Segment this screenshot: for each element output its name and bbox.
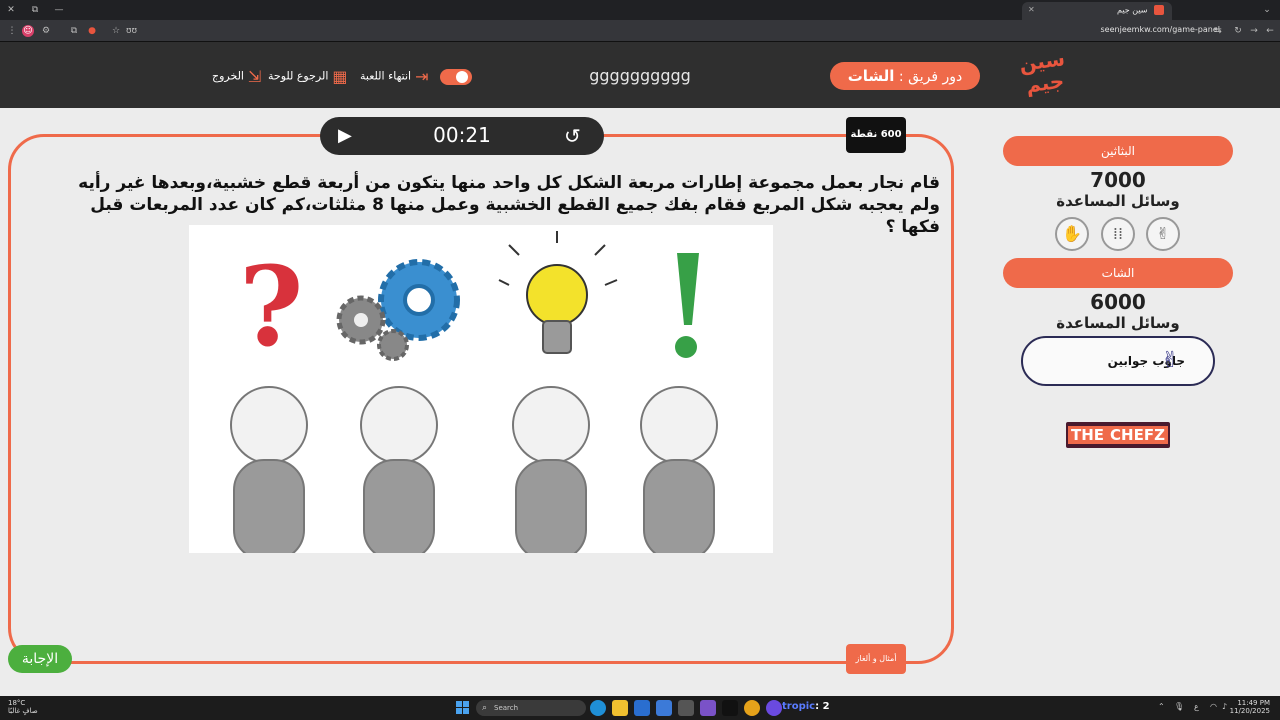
weather-widget[interactable]: 18°C صافٍ غالبًا: [8, 699, 38, 715]
tiktok-icon[interactable]: [722, 700, 738, 716]
toggle-knob: [456, 71, 468, 83]
windows-taskbar: 18°C صافٍ غالبًا Search tropic: 2 ⌃ 🎙 ع …: [0, 696, 1280, 720]
question-mark-icon: ?: [239, 242, 303, 371]
sponsor-part1: THE: [1068, 426, 1108, 444]
clock-date: 11/20/2025: [1229, 707, 1270, 715]
forward-icon[interactable]: →: [1248, 25, 1260, 37]
url-text[interactable]: seenjeemkw.com/game-panel: [1101, 25, 1220, 34]
back-icon[interactable]: ←: [1264, 25, 1276, 37]
site-settings-icon[interactable]: ⇆: [1212, 25, 1224, 37]
taskbar-search[interactable]: Search: [476, 700, 586, 716]
site-short-url: ʊʊ: [126, 26, 138, 36]
exit-button[interactable]: ⇲ الخروج: [212, 67, 261, 86]
exclamation-icon: [675, 253, 699, 358]
play-icon[interactable]: ▶: [338, 126, 356, 146]
extensions-icon[interactable]: ⚙: [40, 25, 52, 37]
end-game-button[interactable]: ⇥انتهاء اللعبة: [360, 67, 429, 86]
language-icon[interactable]: ع: [1194, 702, 1199, 711]
seenjeem-logo[interactable]: سين جيم: [1013, 46, 1076, 105]
timer-bar: ▶ 00:21 ↺: [320, 117, 604, 155]
question-image: ?: [189, 225, 773, 553]
thinking-figures-illustration: ?: [230, 231, 718, 553]
peace-hand-icon[interactable]: ✌: [1146, 217, 1180, 251]
thinking-figures: [230, 386, 718, 553]
profile-icon[interactable]: ☺: [22, 25, 34, 37]
game-icon[interactable]: [700, 700, 716, 716]
reload-icon[interactable]: ↻: [1232, 25, 1244, 37]
end-game-label: انتهاء اللعبة: [360, 69, 412, 83]
shield-icon[interactable]: ●: [86, 25, 98, 37]
door-exit-icon: ⇲: [248, 67, 262, 86]
show-answer-button[interactable]: الإجابة: [8, 645, 72, 673]
game-header: سين جيم دور فريق : الشات gggggggggg ⇥انت…: [0, 42, 1280, 108]
browser-tab[interactable]: سين جيم ✕: [1022, 2, 1172, 20]
tab-favicon-icon: [1154, 5, 1164, 15]
team-turn-pill: دور فريق : الشات: [830, 62, 980, 90]
team-2-name-pill: الشات: [1003, 258, 1233, 288]
lightbulb-icon: [498, 231, 618, 354]
share-icon[interactable]: ⧉: [68, 25, 80, 37]
address-bar: ⋮ ☺ ⚙ ⧉ ● ☆ ʊʊ seenjeemkw.com/game-panel…: [0, 20, 1280, 42]
points-badge: 600 نقطة: [846, 117, 906, 153]
grid-icon: ▦: [332, 67, 348, 86]
chevron-up-icon[interactable]: ⌃: [1158, 702, 1165, 711]
bookmark-star-icon[interactable]: ☆: [110, 25, 122, 37]
mic-icon[interactable]: 🎙: [1174, 702, 1184, 711]
the-chefz-sponsor-logo: THE CHEFZ: [1066, 422, 1170, 448]
menu-dots-icon[interactable]: ⋮: [6, 25, 18, 37]
tropic-game-label[interactable]: tropic: 2: [782, 701, 830, 712]
end-game-toggle[interactable]: [440, 69, 472, 85]
team-1-score: 7000: [1090, 168, 1146, 192]
taskbar-clock[interactable]: 11:49 PM 11/20/2025: [1230, 699, 1270, 715]
team-1-name-pill: البثاثين: [1003, 136, 1233, 166]
weather-temp: 18°C: [8, 699, 26, 707]
tab-menu-icon[interactable]: ⌄: [1260, 4, 1274, 16]
peace-hand-icon: ✌: [1161, 348, 1180, 373]
sponsor-part2: CHEFZ: [1107, 426, 1168, 444]
gears-icon: [336, 259, 460, 361]
restore-window-icon[interactable]: ⧉: [28, 4, 42, 16]
minimize-window-icon[interactable]: —: [52, 4, 66, 16]
back-to-board-button[interactable]: ▦الرجوع للوحة: [268, 67, 348, 86]
answer-twice-lifeline-button[interactable]: جاوب جوابين ✌: [1021, 336, 1215, 386]
history-icon[interactable]: ↺: [564, 124, 581, 148]
windows-start-icon[interactable]: [456, 701, 470, 715]
arrow-in-icon: ⇥: [415, 67, 429, 86]
category-button[interactable]: أمثال و ألغاز: [846, 644, 906, 674]
team-turn-label: دور فريق :: [898, 69, 963, 85]
browser-tabbar: ✕ ⧉ — + سين جيم ✕ ⌄: [0, 0, 1280, 20]
footsteps-icon[interactable]: ⁞⁞: [1101, 217, 1135, 251]
app-icon[interactable]: [678, 700, 694, 716]
edge-icon[interactable]: [590, 700, 606, 716]
back-to-board-label: الرجوع للوحة: [268, 69, 329, 83]
chrome-icon[interactable]: [744, 700, 760, 716]
file-explorer-icon[interactable]: [612, 700, 628, 716]
close-window-icon[interactable]: ✕: [4, 4, 18, 16]
store-icon[interactable]: [634, 700, 650, 716]
volume-icon[interactable]: ♪: [1222, 702, 1227, 711]
discord-icon[interactable]: [766, 700, 782, 716]
close-tab-icon[interactable]: ✕: [1028, 5, 1035, 14]
wifi-icon[interactable]: ◠: [1210, 702, 1217, 711]
mail-icon[interactable]: [656, 700, 672, 716]
timer-display: 00:21: [433, 123, 491, 147]
tropic-count: : 2: [815, 701, 830, 712]
tropic-label: tropic: [782, 701, 816, 712]
clock-time: 11:49 PM: [1237, 699, 1270, 707]
team-1-helpers-label: وسائل المساعدة: [1056, 192, 1180, 210]
team-2-helpers-label: وسائل المساعدة: [1056, 314, 1180, 332]
team-2-score: 6000: [1090, 290, 1146, 314]
hand-stop-icon[interactable]: ✋: [1055, 217, 1089, 251]
tab-title: سين جيم: [1117, 5, 1148, 15]
exit-label: الخروج: [212, 69, 244, 83]
game-name: gggggggggg: [589, 66, 691, 85]
team-turn-name: الشات: [847, 67, 895, 85]
weather-desc: صافٍ غالبًا: [8, 707, 38, 715]
